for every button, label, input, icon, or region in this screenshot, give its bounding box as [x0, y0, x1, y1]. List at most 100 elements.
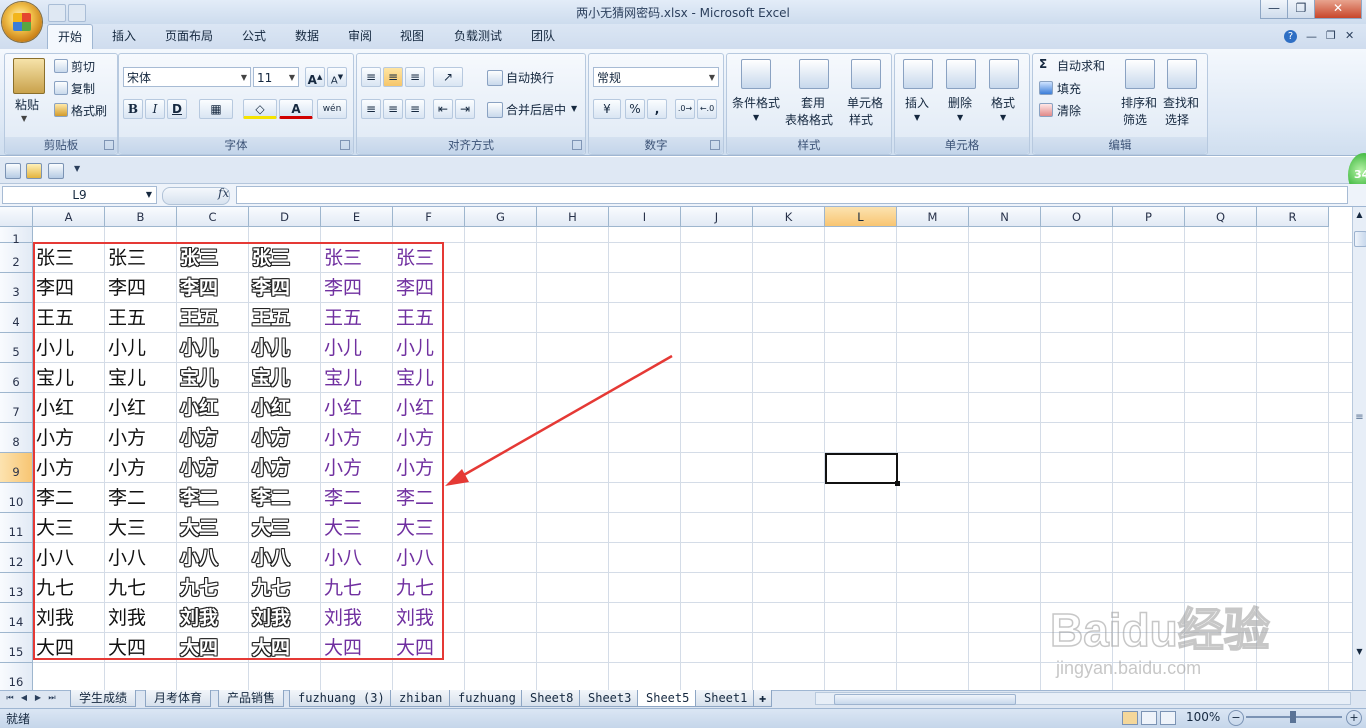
orientation-icon[interactable]: ↗ — [433, 67, 463, 87]
wrap-text-label[interactable]: 自动换行 — [506, 69, 554, 86]
format-painter-label[interactable]: 格式刷 — [71, 102, 107, 119]
page-break-view-icon[interactable] — [1160, 711, 1176, 725]
find-select-icon[interactable] — [1167, 59, 1197, 89]
scroll-up-icon[interactable]: ▲ — [1354, 210, 1365, 221]
tab-review[interactable]: 审阅 — [338, 24, 382, 48]
horizontal-scrollbar[interactable] — [815, 692, 1351, 705]
find-select-label-1[interactable]: 查找和 — [1163, 94, 1199, 111]
cut-label[interactable]: 剪切 — [71, 58, 95, 75]
font-name-select[interactable]: 宋体 ▼ — [123, 67, 251, 87]
insert-function-button[interactable]: fx — [218, 186, 229, 200]
merge-dropdown-icon[interactable]: ▼ — [571, 104, 577, 113]
decrease-decimal-icon[interactable]: ←.0 — [697, 99, 717, 119]
office-button[interactable] — [2, 2, 42, 42]
last-sheet-icon[interactable]: ⏭ — [46, 692, 58, 704]
sort-filter-label-1[interactable]: 排序和 — [1121, 94, 1157, 111]
print-icon[interactable] — [48, 163, 64, 179]
align-top-icon[interactable]: ≡ — [361, 67, 381, 87]
vertical-scrollbar[interactable]: ▲ ≡ ▼ — [1352, 207, 1366, 690]
clipboard-launcher-icon[interactable] — [104, 140, 114, 150]
insert-sheet-icon[interactable]: ✚ — [753, 690, 773, 707]
tab-page-layout[interactable]: 页面布局 — [155, 24, 223, 48]
copy-icon[interactable] — [54, 81, 68, 95]
tab-load-test[interactable]: 负载测试 — [444, 24, 512, 48]
prev-sheet-icon[interactable]: ◀ — [18, 692, 30, 704]
sheet-tab[interactable]: 产品销售 — [218, 690, 285, 707]
sort-filter-label-2[interactable]: 筛选 — [1123, 111, 1147, 128]
wrap-text-icon[interactable] — [487, 70, 503, 86]
name-box[interactable]: L9 ▼ — [2, 186, 157, 204]
scroll-thumb[interactable] — [1354, 231, 1366, 247]
phonetic-button[interactable]: wén — [317, 99, 347, 119]
tab-insert[interactable]: 插入 — [102, 24, 146, 48]
hscroll-thumb[interactable] — [834, 694, 1016, 705]
find-select-label-2[interactable]: 选择 — [1165, 111, 1189, 128]
ribbon-close-icon[interactable]: ✕ — [1345, 29, 1354, 42]
sheet-tab[interactable]: 学生成绩 — [70, 690, 137, 707]
ribbon-restore-icon[interactable]: ❐ — [1326, 29, 1336, 42]
italic-button[interactable]: I — [145, 99, 165, 119]
format-cells-label[interactable]: 格式 — [991, 94, 1015, 111]
open-icon[interactable] — [26, 163, 42, 179]
decrease-indent-icon[interactable]: ⇤ — [433, 99, 453, 119]
format-as-table-label-2[interactable]: 表格格式 — [785, 111, 833, 128]
zoom-slider-thumb[interactable] — [1290, 711, 1296, 723]
sheet-tab[interactable]: fuzhuang — [449, 690, 525, 707]
align-center-icon[interactable]: ≡ — [383, 99, 403, 119]
restore-button[interactable]: ❐ — [1287, 0, 1315, 19]
cell-styles-label-2[interactable]: 样式 — [849, 111, 873, 128]
ribbon-minimize-icon[interactable]: — — [1306, 30, 1317, 43]
borders-icon[interactable]: ▦ — [199, 99, 233, 119]
sheet-tab[interactable]: Sheet1 — [695, 690, 757, 707]
insert-cells-label[interactable]: 插入 — [905, 94, 929, 111]
increase-decimal-icon[interactable]: .0→ — [675, 99, 695, 119]
shrink-font-button[interactable]: A▼ — [327, 67, 347, 87]
tab-view[interactable]: 视图 — [390, 24, 434, 48]
delete-cells-label[interactable]: 删除 — [948, 94, 972, 111]
underline-button[interactable]: D — [167, 99, 187, 119]
zoom-level[interactable]: 100% — [1186, 710, 1220, 724]
sheet-tab[interactable]: zhiban — [390, 690, 452, 707]
conditional-format-icon[interactable] — [741, 59, 771, 89]
cell-styles-label-1[interactable]: 单元格 — [847, 94, 883, 111]
autosum-icon[interactable]: Σ — [1039, 57, 1047, 71]
format-painter-icon[interactable] — [54, 103, 68, 117]
bold-button[interactable]: B — [123, 99, 143, 119]
copy-label[interactable]: 复制 — [71, 80, 95, 97]
close-button[interactable]: ✕ — [1314, 0, 1362, 19]
paste-icon[interactable] — [13, 58, 45, 94]
percent-button[interactable]: % — [625, 99, 645, 119]
chevron-down-icon[interactable]: ▼ — [1000, 113, 1006, 122]
save-icon[interactable] — [5, 163, 21, 179]
font-color-button[interactable]: A — [279, 99, 313, 119]
align-left-icon[interactable]: ≡ — [361, 99, 381, 119]
zoom-in-icon[interactable]: + — [1346, 710, 1362, 726]
chevron-down-icon[interactable]: ▼ — [957, 113, 963, 122]
formula-input[interactable] — [236, 186, 1348, 204]
merge-center-icon[interactable] — [487, 102, 503, 118]
number-launcher-icon[interactable] — [710, 140, 720, 150]
zoom-out-icon[interactable]: − — [1228, 710, 1244, 726]
normal-view-icon[interactable] — [1122, 711, 1138, 725]
tab-team[interactable]: 团队 — [521, 24, 565, 48]
fill-icon[interactable] — [1039, 81, 1053, 95]
increase-indent-icon[interactable]: ⇥ — [455, 99, 475, 119]
currency-icon[interactable]: ¥ — [593, 99, 621, 119]
align-right-icon[interactable]: ≡ — [405, 99, 425, 119]
paste-dropdown-icon[interactable]: ▼ — [21, 114, 27, 123]
sort-filter-icon[interactable] — [1125, 59, 1155, 89]
font-size-select[interactable]: 11 ▼ — [253, 67, 299, 87]
delete-cells-icon[interactable] — [946, 59, 976, 89]
number-format-select[interactable]: 常规 ▼ — [593, 67, 719, 87]
minimize-button[interactable]: — — [1260, 0, 1288, 19]
autosum-label[interactable]: 自动求和 — [1057, 57, 1105, 74]
alignment-launcher-icon[interactable] — [572, 140, 582, 150]
format-as-table-icon[interactable] — [799, 59, 829, 89]
paste-label[interactable]: 粘贴 — [15, 96, 39, 113]
sheet-tab[interactable]: fuzhuang (3) — [289, 690, 394, 707]
conditional-format-label[interactable]: 条件格式 — [732, 94, 780, 111]
page-layout-view-icon[interactable] — [1141, 711, 1157, 725]
next-sheet-icon[interactable]: ▶ — [32, 692, 44, 704]
sheet-tab[interactable]: Sheet8 — [521, 690, 583, 707]
format-cells-icon[interactable] — [989, 59, 1019, 89]
